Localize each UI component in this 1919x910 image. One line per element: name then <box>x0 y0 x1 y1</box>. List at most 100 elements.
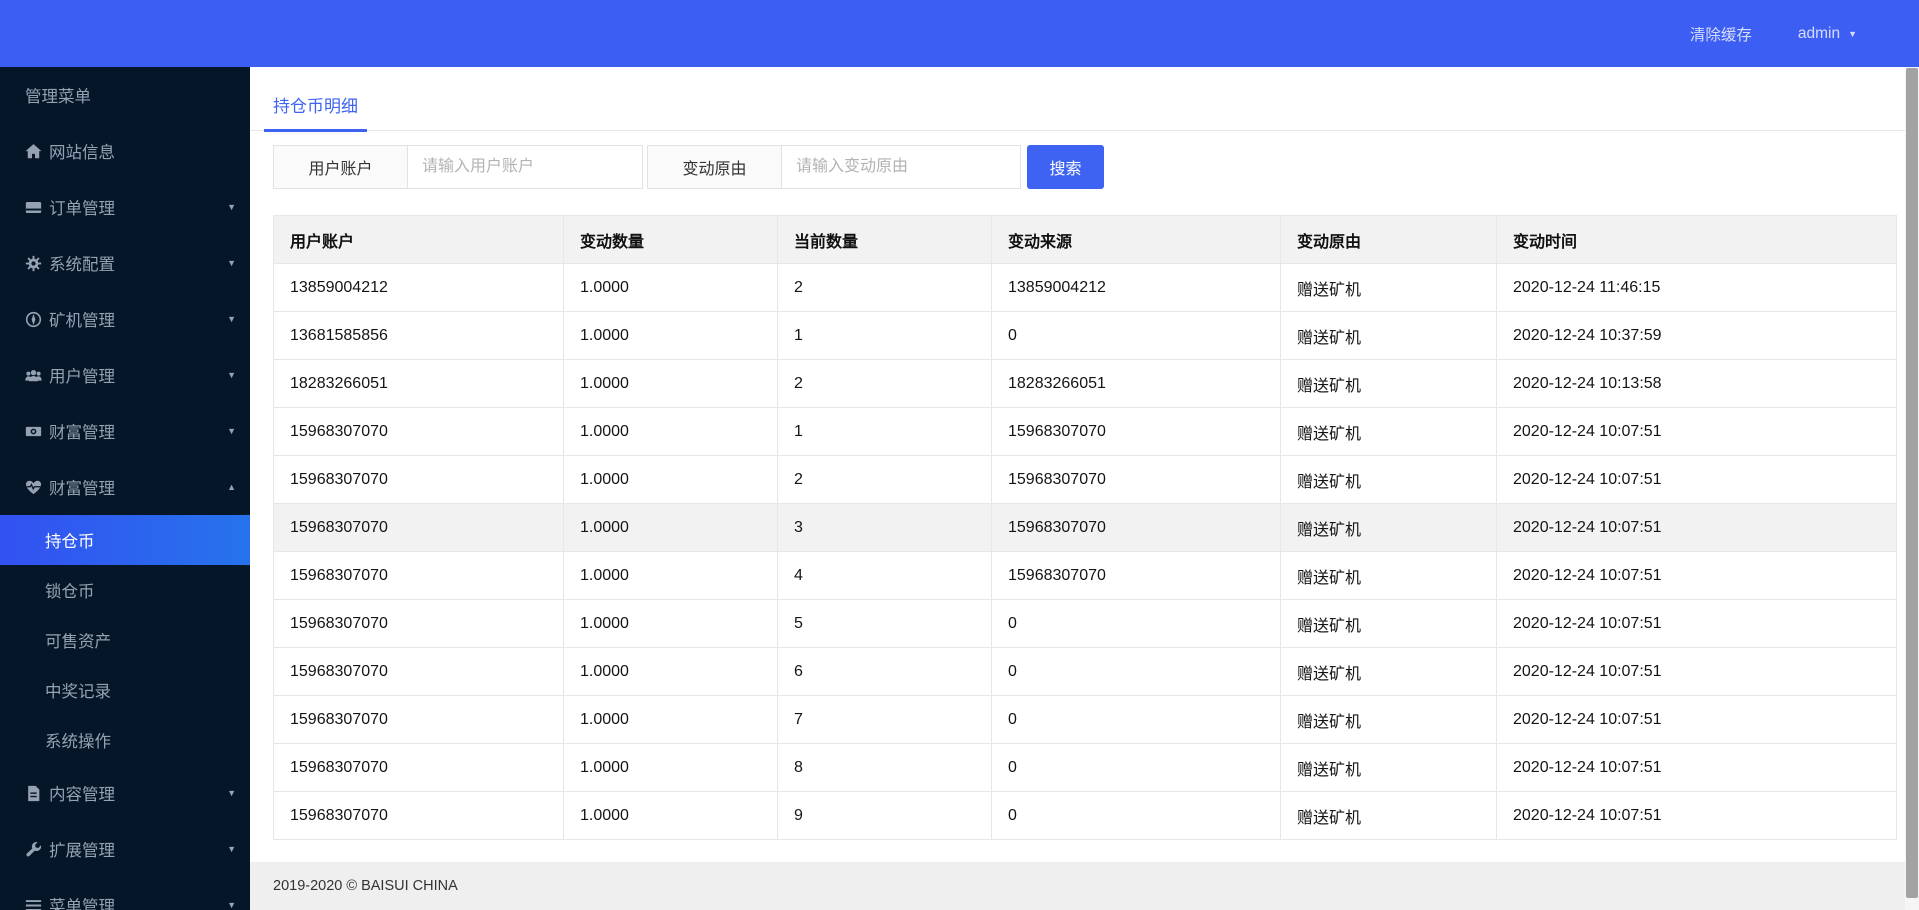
table-row: 15968307070 1.0000 3 15968307070 赠送矿机 2020-12… <box>273 503 1897 552</box>
sidebar-item-label: 财富管理 <box>49 424 115 442</box>
sidebar-title: 管理菜单 <box>25 88 91 106</box>
table-cell: 1.0000 <box>563 359 778 408</box>
chevron-down-icon: ▼ <box>227 314 236 324</box>
table-cell: 15968307070 <box>273 551 564 600</box>
table-cell: 2020-12-24 10:07:51 <box>1496 791 1897 840</box>
table-cell: 赠送矿机 <box>1280 743 1497 792</box>
sidebar-item-label: 财富管理 <box>49 480 115 498</box>
table-header-row: 用户账户 变动数量 当前数量 变动来源 变动原由 变动时间 <box>273 215 1897 264</box>
sidebar-item-user-mgmt[interactable]: 用户管理 ▼ <box>0 347 250 403</box>
sidebar-item-wealth-mgmt[interactable]: 财富管理 ▼ <box>0 403 250 459</box>
data-table: 用户账户 变动数量 当前数量 变动来源 变动原由 变动时间 13859004212 1.00… <box>273 215 1897 840</box>
table-cell: 8 <box>777 743 992 792</box>
sidebar-item-miner-mgmt[interactable]: 矿机管理 ▼ <box>0 291 250 347</box>
sidebar-item-order-mgmt[interactable]: 订单管理 ▼ <box>0 179 250 235</box>
sidebar-subitem-position-coin[interactable]: 持仓币 <box>0 515 250 565</box>
table-cell: 15968307070 <box>273 455 564 504</box>
table-row: 18283266051 1.0000 2 18283266051 赠送矿机 2020-12… <box>273 359 1897 408</box>
sidebar-item-system-config[interactable]: 系统配置 ▼ <box>0 235 250 291</box>
table-cell: 15968307070 <box>273 743 564 792</box>
username: admin <box>1797 24 1841 42</box>
table-cell: 赠送矿机 <box>1280 647 1497 696</box>
table-row: 15968307070 1.0000 7 0 赠送矿机 2020-12-24 10:07:… <box>273 695 1897 744</box>
table-cell: 13859004212 <box>273 263 564 312</box>
chevron-down-icon: ▼ <box>1848 29 1857 39</box>
sidebar-item-label: 系统配置 <box>49 256 115 274</box>
chevron-down-icon: ▼ <box>227 900 236 910</box>
sidebar-item-label: 订单管理 <box>49 200 115 218</box>
table-row: 13859004212 1.0000 2 13859004212 赠送矿机 2020-12… <box>273 263 1897 312</box>
table-cell: 3 <box>777 503 992 552</box>
table-cell: 0 <box>991 311 1281 360</box>
table-cell: 2020-12-24 10:07:51 <box>1496 743 1897 792</box>
table-cell: 1 <box>777 311 992 360</box>
sidebar-subitem-sellable-assets[interactable]: 可售资产 <box>0 615 250 665</box>
sidebar-item-wealth-mgmt-2[interactable]: 财富管理 ▲ <box>0 459 250 515</box>
clear-cache-button[interactable]: 清除缓存 <box>1690 23 1752 45</box>
table-cell: 2 <box>777 455 992 504</box>
table-cell: 2020-12-24 10:07:51 <box>1496 647 1897 696</box>
sidebar-subitem-prize-records[interactable]: 中奖记录 <box>0 665 250 715</box>
table-cell: 0 <box>991 599 1281 648</box>
reason-label: 变动原由 <box>647 145 782 189</box>
account-input[interactable] <box>408 145 643 189</box>
account-input-group: 用户账户 <box>273 145 643 189</box>
sidebar-item-site-info[interactable]: 网站信息 <box>0 123 250 179</box>
table-cell: 0 <box>991 695 1281 744</box>
table-cell: 5 <box>777 599 992 648</box>
app-root: 清除缓存 admin ▼ 管理菜单 网站信息 订单管理 ▼ 系统配置 ▼ 矿机管理 ▼ 用户管… <box>0 0 1919 910</box>
table-cell: 13859004212 <box>991 263 1281 312</box>
chevron-down-icon: ▼ <box>227 258 236 268</box>
table-cell: 1 <box>777 407 992 456</box>
column-header: 变动来源 <box>991 215 1281 264</box>
heartbeat-icon <box>25 479 42 496</box>
table-cell: 18283266051 <box>273 359 564 408</box>
sidebar-subitem-system-operations[interactable]: 系统操作 <box>0 715 250 765</box>
card-icon <box>25 199 42 216</box>
sidebar-item-label: 网站信息 <box>49 144 115 162</box>
table-cell: 15968307070 <box>991 551 1281 600</box>
column-header: 变动数量 <box>563 215 778 264</box>
sidebar-subitem-lock-coin[interactable]: 锁仓币 <box>0 565 250 615</box>
search-button[interactable]: 搜索 <box>1027 145 1104 189</box>
scrollbar-thumb[interactable] <box>1906 68 1918 898</box>
table-row: 15968307070 1.0000 2 15968307070 赠送矿机 2020-12… <box>273 455 1897 504</box>
table-cell: 赠送矿机 <box>1280 311 1497 360</box>
table-cell: 赠送矿机 <box>1280 359 1497 408</box>
table-cell: 15968307070 <box>991 503 1281 552</box>
table-cell: 1.0000 <box>563 647 778 696</box>
users-icon <box>25 367 42 384</box>
scrollbar[interactable] <box>1905 67 1919 910</box>
table-cell: 15968307070 <box>991 407 1281 456</box>
table-cell: 赠送矿机 <box>1280 695 1497 744</box>
sidebar-item-label: 菜单管理 <box>49 898 115 910</box>
table-cell: 赠送矿机 <box>1280 599 1497 648</box>
tab-position-coin-detail[interactable]: 持仓币明细 <box>264 92 367 132</box>
table-row: 15968307070 1.0000 5 0 赠送矿机 2020-12-24 10:07:… <box>273 599 1897 648</box>
column-header: 变动时间 <box>1496 215 1897 264</box>
sidebar-item-menu-mgmt[interactable]: 菜单管理 ▼ <box>0 877 250 910</box>
column-header: 变动原由 <box>1280 215 1497 264</box>
sidebar: 管理菜单 网站信息 订单管理 ▼ 系统配置 ▼ 矿机管理 ▼ 用户管理 ▼ 财富管理 ▼ 财富管理 ▲ 持… <box>0 67 250 910</box>
table-row: 15968307070 1.0000 6 0 赠送矿机 2020-12-24 10:07:… <box>273 647 1897 696</box>
sidebar-item-content-mgmt[interactable]: 内容管理 ▼ <box>0 765 250 821</box>
table-cell: 赠送矿机 <box>1280 455 1497 504</box>
sidebar-item-label: 矿机管理 <box>49 312 115 330</box>
table-cell: 15968307070 <box>273 695 564 744</box>
reason-input[interactable] <box>782 145 1021 189</box>
table-row: 15968307070 1.0000 4 15968307070 赠送矿机 2020-12… <box>273 551 1897 600</box>
cogs-icon <box>25 255 42 272</box>
sidebar-item-label: 内容管理 <box>49 786 115 804</box>
table-cell: 2 <box>777 359 992 408</box>
table-cell: 2020-12-24 10:07:51 <box>1496 455 1897 504</box>
chevron-down-icon: ▼ <box>227 370 236 380</box>
table-cell: 1.0000 <box>563 455 778 504</box>
table-cell: 1.0000 <box>563 551 778 600</box>
table-row: 15968307070 1.0000 8 0 赠送矿机 2020-12-24 10:07:… <box>273 743 1897 792</box>
topbar: 清除缓存 admin ▼ <box>0 0 1919 67</box>
table-cell: 赠送矿机 <box>1280 551 1497 600</box>
miner-icon <box>25 311 42 328</box>
user-menu[interactable]: admin ▼ <box>1798 25 1857 43</box>
table-cell: 赠送矿机 <box>1280 503 1497 552</box>
sidebar-item-extension-mgmt[interactable]: 扩展管理 ▼ <box>0 821 250 877</box>
